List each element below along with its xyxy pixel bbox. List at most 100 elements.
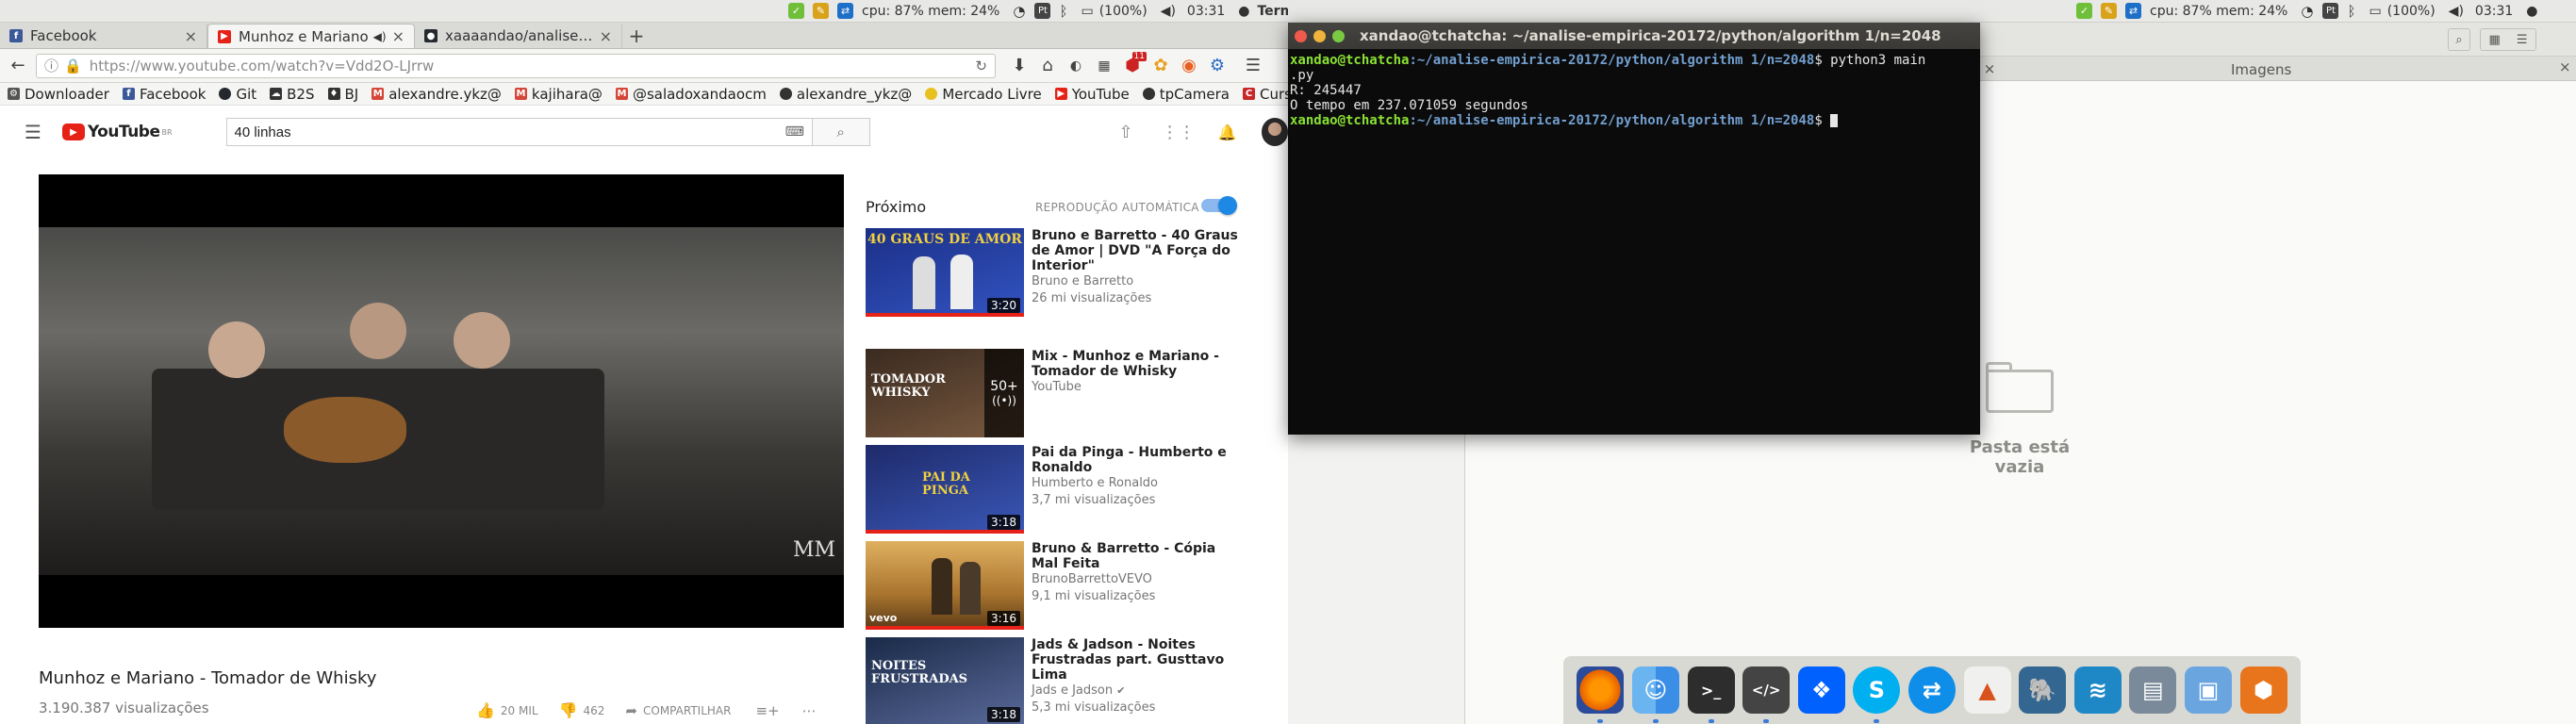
youtube-search-box[interactable]: ⌨ bbox=[225, 118, 813, 146]
close-window-button[interactable] bbox=[1295, 29, 1307, 42]
skype-icon[interactable]: S bbox=[1853, 666, 1901, 723]
bookmark-item[interactable]: Malexandre.ykz@ bbox=[372, 86, 502, 103]
extension-icon[interactable]: ✿ bbox=[1147, 52, 1175, 80]
bookmark-item[interactable]: Git bbox=[219, 86, 256, 103]
bookmark-item[interactable]: Mkajihara@ bbox=[514, 86, 603, 103]
bookmark-item[interactable]: ♦ BJ bbox=[327, 86, 358, 103]
clock[interactable]: 03:31 bbox=[1187, 4, 1225, 19]
postgres-icon[interactable]: 🐘 bbox=[2019, 666, 2067, 714]
notes-icon[interactable]: ✎ bbox=[2101, 3, 2117, 19]
video-thumbnail[interactable]: 40 GRAUS DE AMOR 3:20 bbox=[866, 228, 1024, 317]
keyboard-icon[interactable]: ⌨ bbox=[785, 124, 804, 140]
bookmark-item[interactable]: ⚙ Downloader bbox=[8, 86, 109, 103]
back-icon[interactable]: ← bbox=[4, 52, 32, 80]
terminal-icon[interactable]: >_ bbox=[1687, 666, 1735, 723]
recommendation-title[interactable]: Pai da Pinga - Humberto e Ronaldo bbox=[1032, 445, 1243, 475]
recommendation-title[interactable]: Mix - Munhoz e Mariano - Tomador de Whis… bbox=[1032, 349, 1243, 379]
share-button[interactable]: COMPARTILHAR bbox=[643, 704, 731, 717]
minimize-window-button[interactable] bbox=[1313, 29, 1326, 42]
keyboard-layout-icon[interactable]: Pt bbox=[2322, 3, 2339, 19]
package-manager-icon[interactable]: ⬢ bbox=[2239, 666, 2287, 714]
list-view-icon[interactable]: ☰ bbox=[2517, 33, 2528, 47]
dislike-icon[interactable]: 👎 bbox=[559, 701, 578, 719]
recommendation-title[interactable]: Jads & Jadson - Noites Frustradas part. … bbox=[1032, 637, 1243, 683]
finder-icon[interactable]: ☺ bbox=[1631, 666, 1679, 723]
recommendation-item[interactable]: vevo 3:16 Bruno & Barretto - Cópia Mal F… bbox=[866, 541, 1243, 630]
grid-view-icon[interactable]: ▦ bbox=[2489, 33, 2501, 47]
recommendation-item[interactable]: PAI DA PINGA 3:18 Pai da Pinga - Humbert… bbox=[866, 445, 1243, 534]
firefox-icon[interactable] bbox=[1577, 666, 1625, 723]
address-bar[interactable]: ⓘ 🔒 https://www.youtube.com/watch?v=Vdd2… bbox=[36, 53, 996, 78]
recommendation-title[interactable]: Bruno & Barretto - Cópia Mal Feita bbox=[1032, 541, 1243, 571]
keyboard-layout-icon[interactable]: Pt bbox=[1034, 3, 1051, 19]
screenshot-icon[interactable]: ▦ bbox=[1090, 52, 1118, 80]
clock[interactable]: 03:31 bbox=[2475, 4, 2513, 19]
bookmark-item[interactable]: Mercado Livre bbox=[925, 86, 1042, 103]
bookmark-item[interactable]: alexandre_ykz@ bbox=[779, 86, 912, 103]
pocket-icon[interactable]: ◐ bbox=[1062, 52, 1090, 80]
download-icon[interactable]: ⬇ bbox=[1005, 52, 1033, 80]
virtualbox-icon[interactable]: ▣ bbox=[2185, 666, 2232, 714]
update-icon[interactable]: ✓ bbox=[788, 3, 804, 19]
avatar[interactable] bbox=[1261, 118, 1288, 146]
upload-icon[interactable]: ⇧ bbox=[1119, 123, 1133, 142]
dropbox-icon[interactable]: ❖ bbox=[1797, 666, 1845, 714]
close-tab-icon[interactable]: × bbox=[185, 27, 197, 45]
notes-icon[interactable]: ✎ bbox=[813, 3, 829, 19]
video-thumbnail[interactable]: TOMADOR WHISKY 50+ ((•)) bbox=[866, 349, 1024, 437]
video-thumbnail[interactable]: NOITES FRUSTRADAS 3:18 bbox=[866, 637, 1024, 724]
update-icon[interactable]: ✓ bbox=[2076, 3, 2092, 19]
autoplay-toggle[interactable] bbox=[1201, 196, 1237, 215]
mysql-workbench-icon[interactable]: ≋ bbox=[2073, 666, 2122, 714]
hamburger-menu-icon[interactable]: ☰ bbox=[25, 121, 41, 143]
info-icon[interactable]: ⓘ bbox=[44, 56, 58, 75]
video-frame[interactable]: MM bbox=[39, 227, 844, 575]
recommendation-item[interactable]: NOITES FRUSTRADAS 3:18 Jads & Jadson - N… bbox=[866, 637, 1243, 724]
video-thumbnail[interactable]: PAI DA PINGA 3:18 bbox=[866, 445, 1024, 534]
bookmark-item[interactable]: ▶ YouTube bbox=[1054, 86, 1130, 103]
view-toggle[interactable]: ▦ ☰ bbox=[2480, 28, 2536, 51]
system-monitor-text[interactable]: cpu: 87% mem: 24% bbox=[2150, 4, 2287, 19]
search-icon[interactable]: ⌕ bbox=[2448, 28, 2470, 51]
battery-icon[interactable]: ▭ bbox=[2369, 4, 2381, 19]
code-editor-icon[interactable]: </> bbox=[1742, 666, 1791, 723]
bluetooth-icon[interactable]: ᛒ bbox=[1059, 3, 1067, 20]
bookmark-item[interactable]: ☁ B2S bbox=[270, 86, 315, 103]
more-options-icon[interactable]: ⋯ bbox=[802, 702, 817, 719]
add-to-playlist-icon[interactable]: ≡+ bbox=[755, 702, 779, 719]
youtube-search-input[interactable] bbox=[226, 119, 785, 145]
disk-utility-icon[interactable]: ▤ bbox=[2129, 666, 2177, 714]
tab-youtube[interactable]: ▶ Munhoz e Mariano ◀) × bbox=[207, 24, 415, 48]
volume-icon[interactable]: ◀) bbox=[1161, 4, 1176, 19]
recommendation-item[interactable]: TOMADOR WHISKY 50+ ((•)) Mix - Munhoz e … bbox=[866, 349, 1243, 437]
system-monitor-text[interactable]: cpu: 87% mem: 24% bbox=[862, 4, 999, 19]
wifi-icon[interactable]: ◔ bbox=[2301, 3, 2313, 20]
bluetooth-icon[interactable]: ᛒ bbox=[2347, 3, 2355, 20]
reload-icon[interactable]: ↻ bbox=[975, 58, 987, 74]
home-icon[interactable]: ⌂ bbox=[1033, 52, 1062, 80]
youtube-logo[interactable]: ▶ YouTube BR bbox=[61, 123, 173, 141]
new-tab-button[interactable]: + bbox=[622, 24, 651, 48]
bookmark-item[interactable]: M @saladoxandaocm bbox=[615, 86, 767, 103]
battery-text[interactable]: (100%) bbox=[2387, 4, 2436, 19]
volume-icon[interactable]: ◀) bbox=[2449, 4, 2464, 19]
audio-playing-icon[interactable]: ◀) bbox=[373, 30, 387, 43]
teamviewer-tray-icon[interactable]: ⇄ bbox=[837, 3, 853, 19]
matlab-icon[interactable]: ▲ bbox=[1963, 666, 2011, 714]
teamviewer-icon[interactable]: ⇄ bbox=[1907, 666, 1956, 714]
share-icon[interactable]: ➦ bbox=[625, 702, 637, 719]
tab-imagens[interactable]: Imagens bbox=[2231, 61, 2291, 78]
close-tab-icon[interactable]: × bbox=[392, 27, 405, 45]
apple-icon[interactable]: ● bbox=[1238, 4, 1249, 19]
recommendation-title[interactable]: Bruno e Barretto - 40 Graus de Amor | DV… bbox=[1032, 228, 1243, 273]
apple-icon[interactable]: ● bbox=[2526, 4, 2537, 19]
battery-icon[interactable]: ▭ bbox=[1081, 4, 1093, 19]
notifications-bell-icon[interactable]: 🔔 bbox=[1218, 123, 1237, 141]
maximize-window-button[interactable] bbox=[1332, 29, 1345, 42]
apps-grid-icon[interactable]: ⋮⋮ bbox=[1162, 123, 1196, 142]
video-player[interactable]: MM bbox=[39, 174, 844, 628]
terminal-window[interactable]: xandao@tchatcha: ~/analise-empirica-2017… bbox=[1288, 23, 1980, 435]
recommendation-item[interactable]: 40 GRAUS DE AMOR 3:20 Bruno e Barretto -… bbox=[866, 228, 1243, 317]
bookmark-item[interactable]: f Facebook bbox=[122, 86, 206, 103]
like-icon[interactable]: 👍 bbox=[476, 701, 495, 719]
